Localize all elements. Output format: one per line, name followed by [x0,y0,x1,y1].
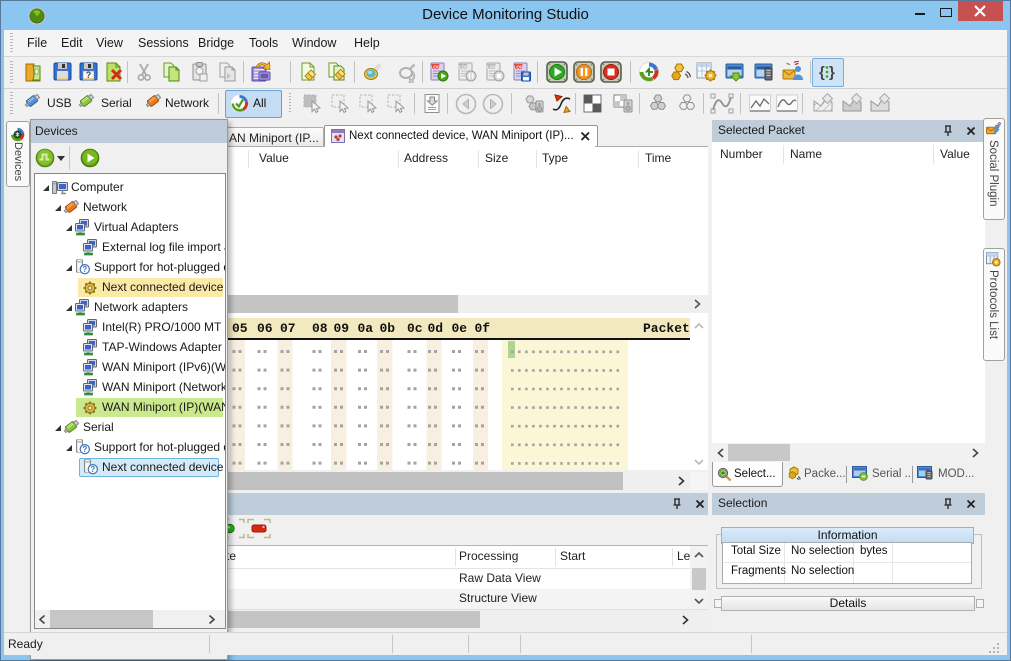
svg-text:LOG: LOG [487,64,497,69]
svg-text:}: } [829,64,835,81]
svg-text:LOG: LOG [459,64,469,69]
svg-text:LOG: LOG [514,64,524,69]
svg-text:LOG: LOG [431,64,441,69]
svg-text:{: { [819,64,825,81]
